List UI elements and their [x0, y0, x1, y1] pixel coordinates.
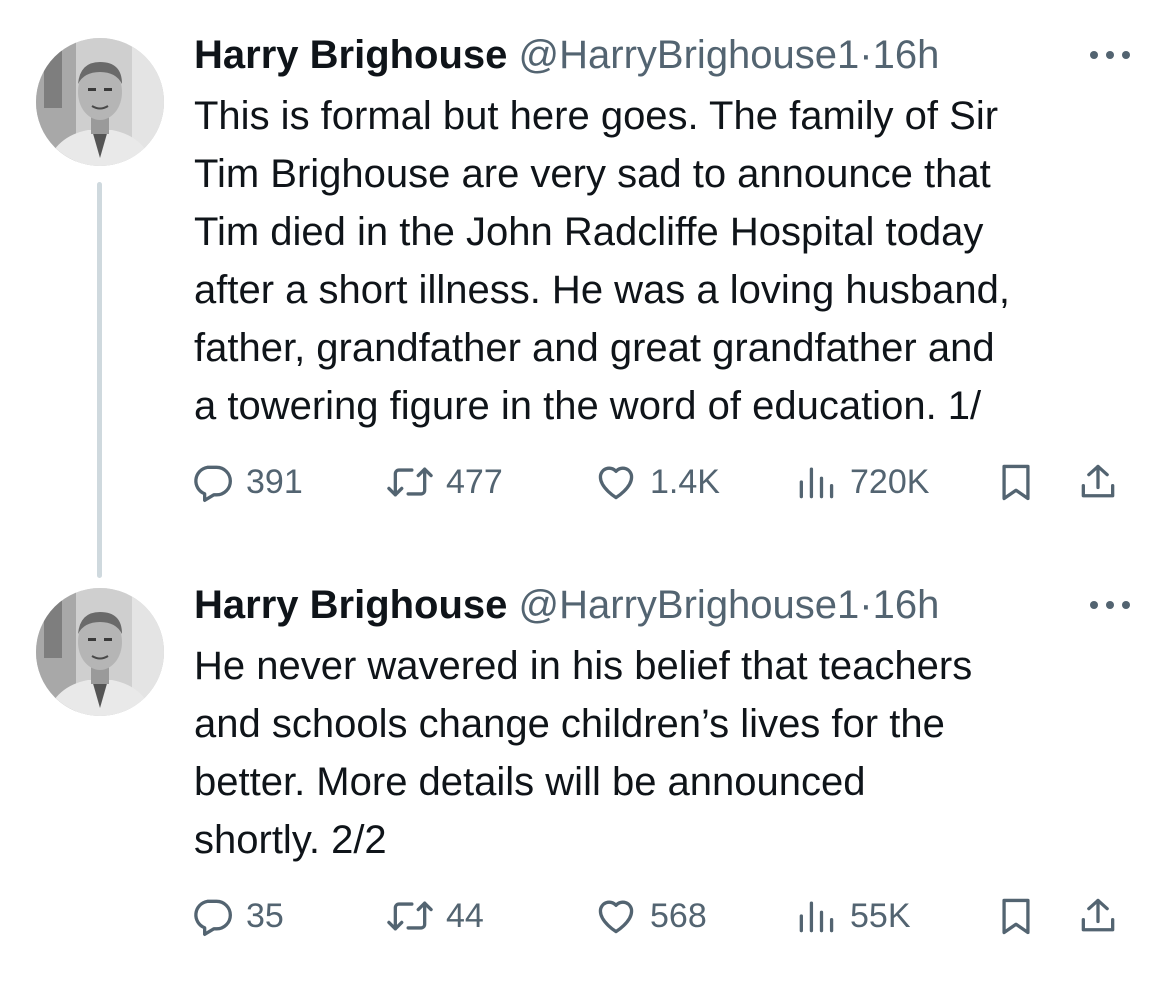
reply-bubble-icon	[194, 465, 232, 502]
reply-count: 35	[246, 896, 284, 935]
author-avatar[interactable]	[36, 588, 164, 716]
bookmark-icon	[1002, 464, 1030, 501]
more-horizontal-icon[interactable]	[1086, 582, 1134, 628]
bookmark-button[interactable]	[994, 890, 1038, 942]
like-button[interactable]: 1.4K	[594, 456, 720, 508]
tweet-time[interactable]: 16h	[873, 583, 940, 627]
repost-arrows-icon	[387, 901, 433, 931]
repost-button[interactable]: 477	[386, 456, 503, 508]
views-bar-chart-icon	[799, 901, 834, 933]
author-handle[interactable]: @HarryBrighouse1	[519, 33, 860, 77]
heart-icon	[598, 900, 634, 934]
author-handle[interactable]: @HarryBrighouse1	[519, 583, 860, 627]
tweet-time[interactable]: 16h	[873, 33, 940, 77]
like-count: 568	[650, 896, 707, 935]
bookmark-icon	[1002, 898, 1030, 935]
heart-icon	[598, 466, 634, 500]
like-button[interactable]: 568	[594, 890, 707, 942]
tweet-actions: 35 44 568 55K	[190, 890, 1135, 942]
repost-button[interactable]: 44	[386, 890, 484, 942]
share-upload-icon	[1081, 898, 1115, 932]
tweet-actions: 391 477 1.4K 720K	[190, 456, 1135, 508]
thread-line	[97, 182, 102, 578]
tweet-text: He never wavered in his belief that teac…	[194, 644, 973, 862]
reply-button[interactable]: 35	[190, 890, 284, 942]
reply-button[interactable]: 391	[190, 456, 303, 508]
separator-dot: ·	[859, 33, 873, 77]
share-button[interactable]	[1076, 890, 1120, 942]
author-name[interactable]: Harry Brighouse	[194, 33, 507, 77]
tweet-text: This is formal but here goes. The family…	[194, 94, 1010, 428]
reply-bubble-icon	[194, 899, 232, 936]
repost-count: 477	[446, 462, 503, 501]
author-avatar[interactable]	[36, 38, 164, 166]
author-name[interactable]: Harry Brighouse	[194, 583, 507, 627]
like-count: 1.4K	[650, 462, 720, 501]
views-bar-chart-icon	[799, 467, 834, 499]
separator-dot: ·	[859, 583, 873, 627]
views-button[interactable]: 720K	[794, 456, 929, 508]
repost-arrows-icon	[387, 467, 433, 497]
views-count: 720K	[850, 462, 930, 501]
tweet-header: Harry Brighouse @HarryBrighouse1·16h	[194, 582, 1134, 628]
share-upload-icon	[1081, 464, 1115, 498]
tweet-2[interactable]: Harry Brighouse @HarryBrighouse1·16h He …	[0, 580, 1170, 984]
more-horizontal-icon[interactable]	[1086, 32, 1134, 78]
share-button[interactable]	[1076, 456, 1120, 508]
tweet-1[interactable]: Harry Brighouse @HarryBrighouse1·16h Thi…	[0, 0, 1170, 580]
tweet-header: Harry Brighouse @HarryBrighouse1·16h	[194, 32, 1134, 78]
reply-count: 391	[246, 462, 303, 501]
repost-count: 44	[446, 896, 484, 935]
views-button[interactable]: 55K	[794, 890, 911, 942]
views-count: 55K	[850, 896, 911, 935]
bookmark-button[interactable]	[994, 456, 1038, 508]
